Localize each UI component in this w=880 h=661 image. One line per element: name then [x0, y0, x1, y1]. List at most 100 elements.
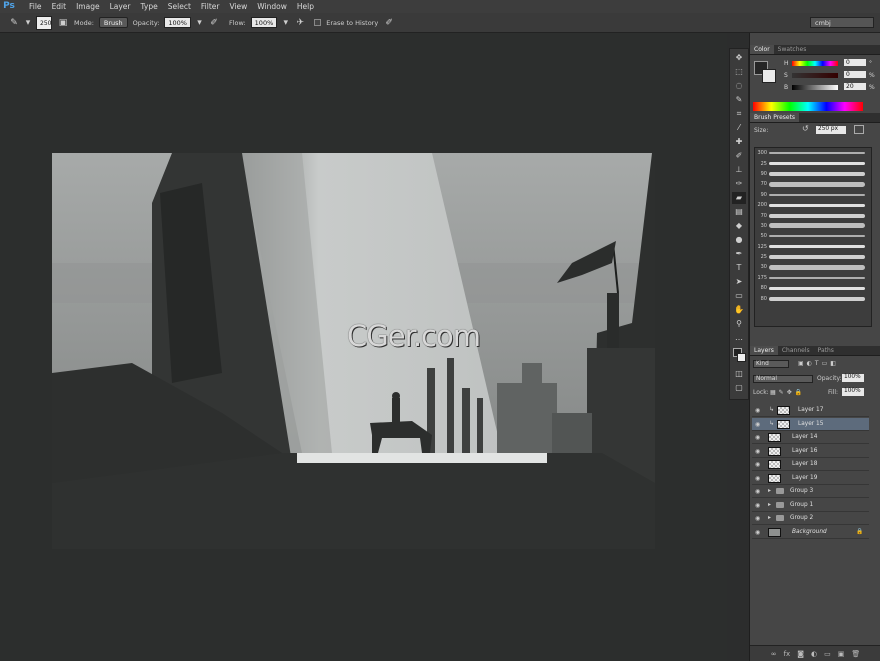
- layer-row[interactable]: ◉ Layer 14: [752, 431, 869, 444]
- eraser-tool-icon[interactable]: ✎: [8, 17, 20, 29]
- brush-size-picker[interactable]: 250: [36, 15, 52, 30]
- brush-preset-item[interactable]: 25: [755, 158, 871, 168]
- brush-preset-item[interactable]: 125: [755, 242, 871, 252]
- lasso-tool-icon[interactable]: ◌: [732, 80, 746, 92]
- screen-mode-icon[interactable]: ▢: [732, 382, 746, 394]
- flow-field[interactable]: 100%: [250, 17, 278, 28]
- new-group-icon[interactable]: ▭: [824, 650, 831, 658]
- brightness-slider[interactable]: B 20 %: [784, 83, 875, 92]
- delete-layer-icon[interactable]: 🗑: [851, 650, 860, 658]
- brush-preset-item[interactable]: 30: [755, 262, 871, 272]
- expand-group-icon[interactable]: ▸: [768, 501, 771, 508]
- layer-row[interactable]: ◉ Layer 18: [752, 458, 869, 471]
- link-layers-icon[interactable]: ∞: [771, 650, 777, 658]
- brush-preset-item[interactable]: 300: [755, 148, 871, 158]
- opacity-dropdown-icon[interactable]: ▾: [196, 17, 203, 29]
- visibility-eye-icon[interactable]: ◉: [755, 448, 762, 455]
- brush-preset-item[interactable]: 200: [755, 200, 871, 210]
- flow-dropdown-icon[interactable]: ▾: [282, 17, 289, 29]
- visibility-eye-icon[interactable]: ◉: [755, 475, 762, 482]
- tab-channels[interactable]: Channels: [778, 346, 814, 355]
- brush-size-field[interactable]: 250 px: [816, 126, 846, 134]
- add-mask-icon[interactable]: ◙: [797, 650, 804, 658]
- gradient-tool-icon[interactable]: ▤: [732, 206, 746, 218]
- tab-color[interactable]: Color: [750, 45, 774, 54]
- fg-bg-swatches[interactable]: [754, 61, 780, 87]
- zoom-tool-icon[interactable]: ⚲: [732, 318, 746, 330]
- eyedropper-tool-icon[interactable]: ⁄: [732, 122, 746, 134]
- pressure-opacity-icon[interactable]: ✐: [208, 17, 220, 29]
- brush-preset-item[interactable]: 70: [755, 179, 871, 189]
- visibility-eye-icon[interactable]: ◉: [755, 502, 762, 509]
- hand-tool-icon[interactable]: ✋: [732, 304, 746, 316]
- layer-opacity-field[interactable]: 100%: [842, 374, 864, 382]
- clone-stamp-tool-icon[interactable]: ⊥: [732, 164, 746, 176]
- menu-select[interactable]: Select: [163, 0, 196, 13]
- visibility-eye-icon[interactable]: ◉: [755, 515, 762, 522]
- hue-value[interactable]: 0: [844, 59, 866, 66]
- brightness-bar[interactable]: [792, 85, 838, 90]
- tab-layers[interactable]: Layers: [750, 346, 778, 355]
- expand-group-icon[interactable]: ▸: [768, 487, 771, 494]
- pen-tool-icon[interactable]: ✒: [732, 248, 746, 260]
- menu-window[interactable]: Window: [252, 0, 292, 13]
- opacity-field[interactable]: 100%: [164, 17, 191, 28]
- layer-row[interactable]: ◉ Background 🔒: [752, 526, 869, 539]
- tab-swatches[interactable]: Swatches: [774, 45, 811, 54]
- brush-preset-list[interactable]: 300 25 90 70 90 200 70 30 50 125 25 30 175 80 80: [754, 147, 872, 327]
- lock-icons[interactable]: ▦✎✥🔒: [770, 389, 805, 396]
- menu-view[interactable]: View: [224, 0, 252, 13]
- workspace-select[interactable]: cmbj: [810, 17, 874, 28]
- brush-preset-item[interactable]: 30: [755, 221, 871, 231]
- pressure-size-icon[interactable]: ✐: [383, 17, 395, 29]
- menu-help[interactable]: Help: [292, 0, 319, 13]
- visibility-eye-icon[interactable]: ◉: [755, 529, 762, 536]
- color-swatches-icon[interactable]: [732, 346, 746, 366]
- move-tool-icon[interactable]: ✥: [732, 52, 746, 64]
- dodge-tool-icon[interactable]: ●: [732, 234, 746, 246]
- saturation-bar[interactable]: [792, 73, 838, 78]
- blur-tool-icon[interactable]: ◆: [732, 220, 746, 232]
- menu-edit[interactable]: Edit: [47, 0, 72, 13]
- saturation-slider[interactable]: S 0 %: [784, 71, 875, 80]
- brush-preset-item[interactable]: 80: [755, 283, 871, 293]
- menu-type[interactable]: Type: [136, 0, 163, 13]
- document-canvas[interactable]: CGer.com: [52, 153, 655, 549]
- brush-panel-toggle-icon[interactable]: ▣: [57, 17, 69, 29]
- reset-size-icon[interactable]: ↺: [802, 124, 809, 133]
- hue-slider[interactable]: H 0 °: [784, 59, 874, 68]
- brush-preset-item[interactable]: 90: [755, 190, 871, 200]
- layer-row[interactable]: ◉ ▸ Group 2: [752, 512, 869, 525]
- visibility-eye-icon[interactable]: ◉: [755, 488, 762, 495]
- brush-preset-item[interactable]: 80: [755, 293, 871, 303]
- layer-row[interactable]: ◉ ↳ Layer 17: [752, 404, 869, 417]
- layer-row[interactable]: ◉ Layer 16: [752, 445, 869, 458]
- layer-filter-icons[interactable]: ▣◐T▭◧: [798, 360, 839, 367]
- blend-mode-select[interactable]: Normal: [753, 375, 813, 383]
- erase-history-checkbox[interactable]: [314, 19, 322, 26]
- visibility-eye-icon[interactable]: ◉: [755, 461, 762, 468]
- history-brush-tool-icon[interactable]: ✑: [732, 178, 746, 190]
- layer-row[interactable]: ◉ Layer 19: [752, 472, 869, 485]
- more-tools-icon[interactable]: …: [732, 332, 746, 344]
- menu-image[interactable]: Image: [71, 0, 105, 13]
- brush-preset-item[interactable]: 25: [755, 252, 871, 262]
- background-color[interactable]: [762, 69, 776, 83]
- shape-tool-icon[interactable]: ▭: [732, 290, 746, 302]
- menu-filter[interactable]: Filter: [196, 0, 225, 13]
- tab-paths[interactable]: Paths: [814, 346, 838, 355]
- quick-mask-icon[interactable]: ◫: [732, 368, 746, 380]
- layer-row[interactable]: ◉ ▸ Group 1: [752, 499, 869, 512]
- brush-preset-item[interactable]: 70: [755, 210, 871, 220]
- marquee-tool-icon[interactable]: ⬚: [732, 66, 746, 78]
- brush-preset-item[interactable]: 175: [755, 273, 871, 283]
- menu-file[interactable]: File: [24, 0, 47, 13]
- expand-group-icon[interactable]: ▸: [768, 514, 771, 521]
- brush-tool-icon[interactable]: ✐: [732, 150, 746, 162]
- crop-tool-icon[interactable]: ⌗: [732, 108, 746, 120]
- healing-tool-icon[interactable]: ✚: [732, 136, 746, 148]
- menu-layer[interactable]: Layer: [105, 0, 136, 13]
- visibility-eye-icon[interactable]: ◉: [755, 421, 762, 428]
- visibility-eye-icon[interactable]: ◉: [755, 434, 762, 441]
- new-layer-icon[interactable]: ▣: [838, 650, 845, 658]
